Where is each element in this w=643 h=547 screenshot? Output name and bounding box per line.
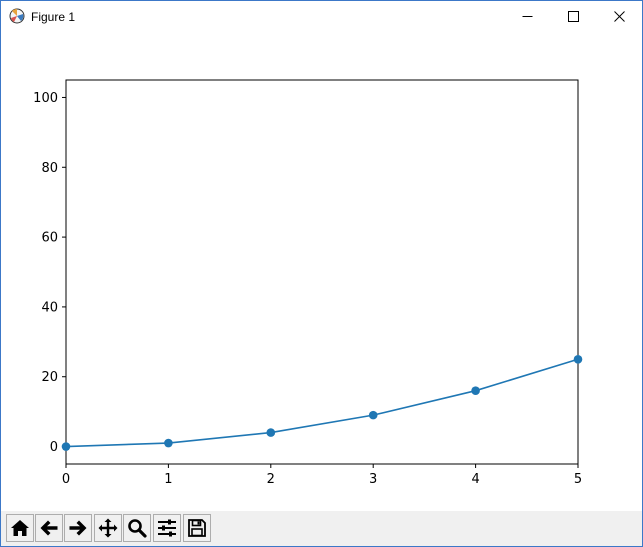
data-point — [368, 410, 378, 420]
figure-canvas[interactable]: 0 1 2 3 4 5 0 20 40 60 80 100 — [1, 32, 642, 511]
y-tick-label: 60 — [41, 231, 58, 246]
maximize-icon — [568, 11, 579, 22]
title-bar[interactable]: Figure 1 — [1, 1, 642, 32]
configure-subplots-icon — [158, 519, 176, 537]
close-icon — [614, 11, 625, 22]
forward-arrow-icon — [69, 520, 87, 536]
minimize-button[interactable] — [504, 1, 550, 32]
save-icon — [188, 519, 206, 537]
data-point — [573, 354, 583, 364]
x-tick-label: 1 — [164, 472, 172, 487]
x-tick-label: 5 — [574, 472, 582, 487]
y-tick-label: 100 — [33, 91, 58, 106]
x-tick-label: 0 — [62, 472, 70, 487]
figure-window: Figure 1 0 1 2 3 4 5 0 20 40 60 80 100 — [0, 0, 643, 547]
minimize-icon — [522, 16, 533, 17]
window-title: Figure 1 — [31, 10, 76, 24]
maximize-button[interactable] — [550, 1, 596, 32]
y-tick-label: 40 — [41, 300, 58, 315]
axes-frame — [65, 79, 579, 465]
back-button[interactable] — [35, 514, 63, 542]
line-chart[interactable]: 0 1 2 3 4 5 0 20 40 60 80 100 — [1, 32, 642, 511]
x-tick-label: 2 — [267, 472, 275, 487]
home-icon — [11, 520, 29, 536]
data-point — [471, 386, 480, 395]
pan-button[interactable] — [94, 514, 122, 542]
configure-subplots-button[interactable] — [153, 514, 181, 542]
data-point — [61, 442, 71, 451]
zoom-button[interactable] — [123, 514, 151, 542]
home-button[interactable] — [6, 514, 34, 542]
x-tick-label: 4 — [471, 472, 479, 487]
y-tick-label: 20 — [41, 370, 58, 385]
series-line — [65, 358, 579, 448]
y-tick-label: 80 — [41, 161, 58, 176]
save-button[interactable] — [183, 514, 211, 542]
pan-icon — [98, 518, 118, 538]
navigation-toolbar — [1, 511, 642, 546]
forward-button[interactable] — [64, 514, 92, 542]
close-button[interactable] — [596, 1, 642, 32]
data-point — [164, 438, 173, 448]
x-tick-label: 3 — [369, 472, 377, 487]
y-tick-label: 0 — [50, 440, 58, 455]
zoom-icon — [128, 519, 147, 538]
data-point — [266, 428, 276, 437]
matplotlib-app-icon — [9, 8, 25, 24]
back-arrow-icon — [40, 520, 58, 536]
